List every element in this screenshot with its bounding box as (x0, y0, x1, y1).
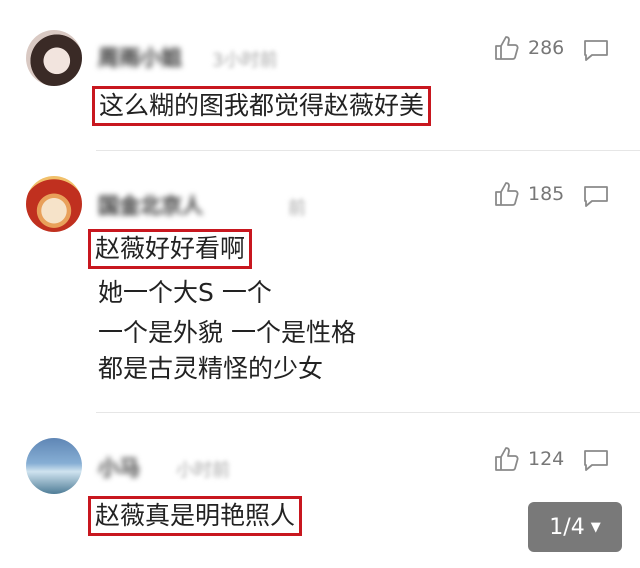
comment-bubble-icon[interactable] (582, 184, 610, 208)
like-count: 185 (528, 183, 565, 205)
thumbs-up-icon (495, 182, 519, 206)
thumbs-up-icon (495, 36, 519, 60)
comment-text-highlighted: 赵薇真是明艳照人 (88, 496, 303, 536)
username[interactable]: 小马 (98, 452, 140, 480)
comment-1: 周雨小姐 3小时前 286 这么糊的图我都觉得赵薇好美 (0, 0, 640, 150)
username[interactable]: 周雨小姐 (98, 42, 182, 70)
like-button[interactable]: 286 (492, 34, 564, 62)
comment-2: 国金北京人 前 185 赵薇好好看啊 她一个大S 一个 一个是外貌 一个是性格 … (0, 150, 640, 412)
like-button[interactable]: 185 (492, 180, 564, 208)
username[interactable]: 国金北京人 (98, 190, 203, 218)
page-indicator-label: 1/4 (549, 514, 585, 540)
comment-text-highlighted: 这么糊的图我都觉得赵薇好美 (92, 86, 432, 126)
timestamp: 3小时前 (212, 50, 278, 71)
like-count: 286 (528, 37, 565, 59)
timestamp: 小时前 (176, 460, 230, 481)
comment-bubble-icon[interactable] (582, 38, 610, 62)
like-button[interactable]: 124 (492, 445, 564, 473)
comment-text: 都是古灵精怪的少女 (98, 354, 324, 383)
avatar[interactable] (26, 438, 82, 494)
comment-text: 她一个大S 一个 (98, 278, 272, 307)
thumbs-up-icon (495, 447, 519, 471)
like-count: 124 (528, 448, 565, 470)
timestamp: 前 (288, 198, 306, 219)
comment-bubble-icon[interactable] (582, 448, 610, 472)
comment-text-highlighted: 赵薇好好看啊 (88, 229, 253, 269)
chevron-down-icon: ▼ (590, 519, 601, 535)
avatar[interactable] (26, 176, 82, 232)
avatar[interactable] (26, 30, 82, 86)
page-indicator-button[interactable]: 1/4 ▼ (528, 502, 622, 552)
comment-text: 一个是外貌 一个是性格 (98, 318, 356, 347)
